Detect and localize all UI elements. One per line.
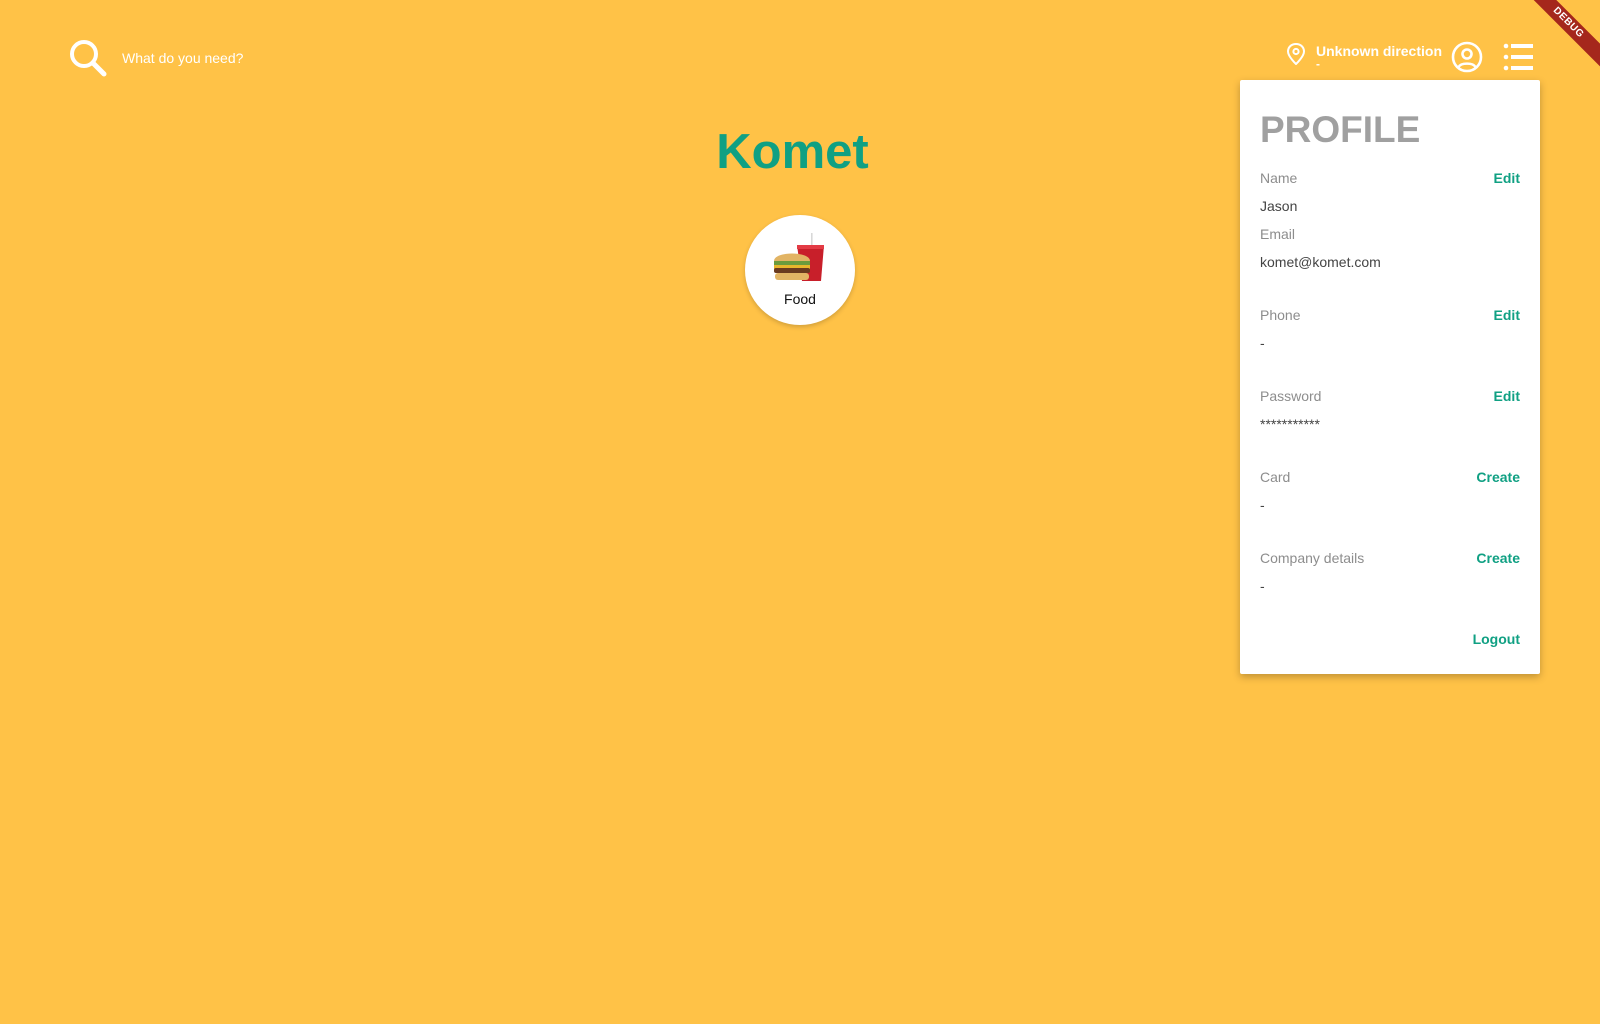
phone-label: Phone bbox=[1260, 307, 1301, 323]
company-details-label: Company details bbox=[1260, 550, 1365, 566]
create-company-details-button[interactable]: Create bbox=[1476, 550, 1520, 566]
password-label: Password bbox=[1260, 388, 1322, 404]
debug-banner-label: DEBUG bbox=[1519, 0, 1600, 72]
create-card-button[interactable]: Create bbox=[1476, 469, 1520, 485]
location-subtitle: - bbox=[1316, 58, 1320, 68]
location-title: Unknown direction bbox=[1316, 43, 1442, 59]
profile-title: PROFILE bbox=[1260, 109, 1421, 150]
location-pin-icon bbox=[1286, 43, 1306, 65]
email-label: Email bbox=[1260, 226, 1296, 242]
email-value: komet@komet.com bbox=[1260, 254, 1381, 270]
profile-panel: PROFILE Name Edit Jason Email komet@kome… bbox=[1240, 80, 1540, 674]
company-details-value: - bbox=[1260, 578, 1265, 594]
brand-title: Komet bbox=[716, 125, 869, 179]
search-icon[interactable] bbox=[68, 38, 108, 78]
category-label: Food bbox=[784, 291, 816, 307]
edit-password-button[interactable]: Edit bbox=[1494, 388, 1520, 404]
password-value: *********** bbox=[1260, 416, 1320, 432]
edit-phone-button[interactable]: Edit bbox=[1494, 307, 1520, 323]
account-icon[interactable] bbox=[1451, 41, 1483, 73]
card-value: - bbox=[1260, 497, 1265, 513]
logout-button[interactable]: Logout bbox=[1473, 631, 1520, 647]
debug-banner: DEBUG bbox=[1510, 0, 1600, 90]
burger-and-drink-icon bbox=[774, 233, 824, 281]
category-food[interactable]: Food bbox=[745, 215, 855, 325]
card-label: Card bbox=[1260, 469, 1291, 485]
name-label: Name bbox=[1260, 170, 1298, 186]
search-input[interactable] bbox=[122, 47, 402, 69]
phone-value: - bbox=[1260, 335, 1265, 351]
name-value: Jason bbox=[1260, 198, 1298, 214]
edit-name-button[interactable]: Edit bbox=[1494, 170, 1520, 186]
